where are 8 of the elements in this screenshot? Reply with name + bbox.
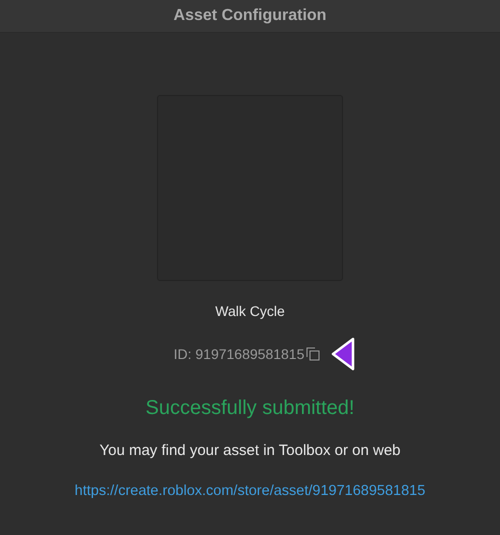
window-title: Asset Configuration: [174, 7, 326, 25]
asset-name: Walk Cycle: [215, 303, 285, 319]
info-text: You may find your asset in Toolbox or on web: [99, 442, 401, 459]
copy-icon[interactable]: [306, 347, 320, 361]
success-message: Successfully submitted!: [146, 397, 354, 420]
pointer-arrow-icon: [330, 337, 356, 371]
asset-link[interactable]: https://create.roblox.com/store/asset/91971689581815: [74, 483, 426, 499]
asset-id: ID: 91971689581815: [174, 346, 304, 362]
